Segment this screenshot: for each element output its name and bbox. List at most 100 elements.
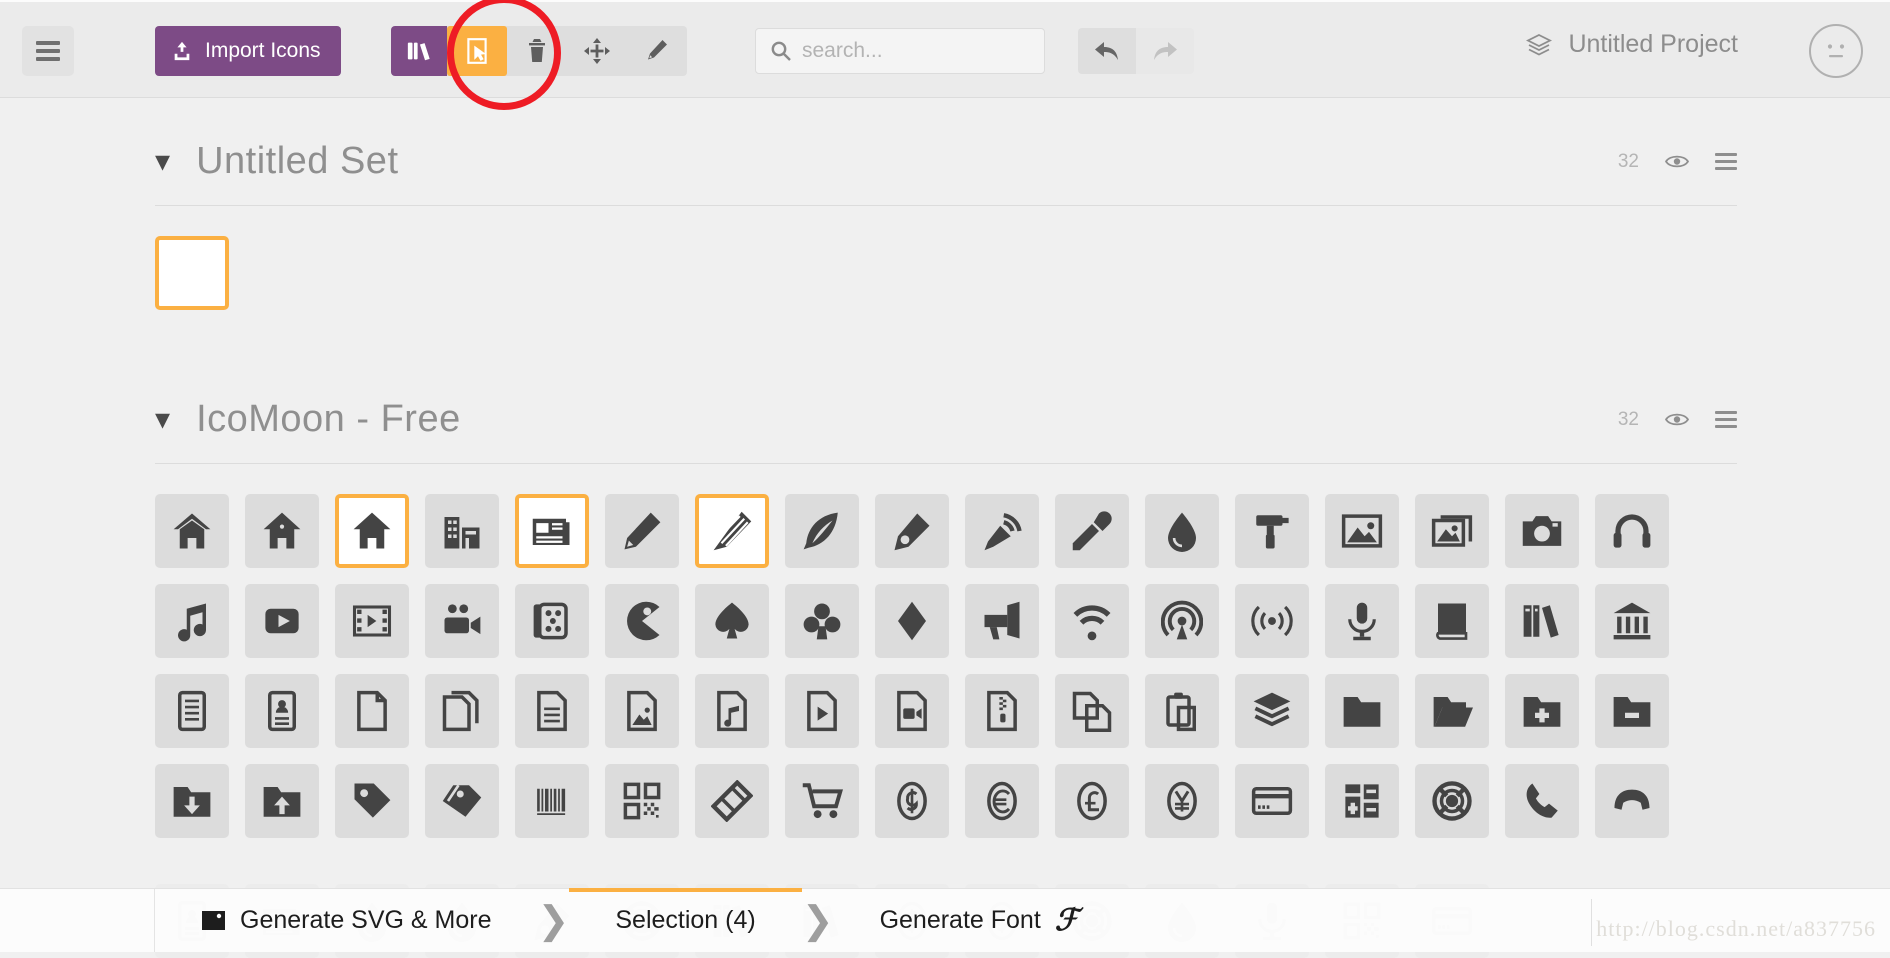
icon-cell-droplet[interactable] bbox=[1145, 494, 1219, 568]
icon-cell-dice[interactable] bbox=[515, 584, 589, 658]
icon-cell-coin-dollar[interactable] bbox=[875, 764, 949, 838]
icon-cell-file-text2[interactable] bbox=[515, 674, 589, 748]
delete-tool-button[interactable] bbox=[507, 26, 567, 76]
icon-cell-file-picture[interactable] bbox=[605, 674, 679, 748]
icon-cell-connection[interactable] bbox=[1055, 584, 1129, 658]
icon-cell-files-empty[interactable] bbox=[425, 674, 499, 748]
icon-cell-mic[interactable] bbox=[1325, 584, 1399, 658]
icon-cell-qrcode[interactable] bbox=[605, 764, 679, 838]
icon-cell-file-play[interactable] bbox=[785, 674, 859, 748]
tab-generate-svg[interactable]: Generate SVG & More bbox=[155, 889, 538, 952]
icon-cell-blog[interactable] bbox=[965, 494, 1039, 568]
icon-cell-paste[interactable] bbox=[1145, 674, 1219, 748]
undo-button[interactable] bbox=[1078, 28, 1136, 74]
icon-cell-folder-upload[interactable] bbox=[245, 764, 319, 838]
icon-cell-newspaper[interactable] bbox=[515, 494, 589, 568]
edit-tool-button[interactable] bbox=[627, 26, 687, 76]
copy-icon bbox=[1071, 690, 1113, 732]
list-menu-icon[interactable] bbox=[1715, 153, 1737, 170]
icon-cell-folder-open[interactable] bbox=[1415, 674, 1489, 748]
icon-cell-ticket[interactable] bbox=[695, 764, 769, 838]
set-title[interactable]: IcoMoon - Free bbox=[196, 398, 461, 441]
icon-cell-books[interactable] bbox=[1505, 584, 1579, 658]
icon-cell-home-solid[interactable] bbox=[335, 494, 409, 568]
coin-pound-icon bbox=[1071, 780, 1113, 822]
icon-cell-credit-card[interactable] bbox=[1235, 764, 1309, 838]
icon-cell-calculator[interactable] bbox=[1325, 764, 1399, 838]
icon-cell-blank[interactable] bbox=[155, 236, 229, 310]
redo-button[interactable] bbox=[1136, 28, 1194, 74]
icon-cell-eyedropper[interactable] bbox=[1055, 494, 1129, 568]
icon-cell-folder-minus[interactable] bbox=[1595, 674, 1669, 748]
icon-cell-folder[interactable] bbox=[1325, 674, 1399, 748]
icon-cell-film[interactable] bbox=[335, 584, 409, 658]
icon-cell-music[interactable] bbox=[155, 584, 229, 658]
icon-cell-pencil[interactable] bbox=[605, 494, 679, 568]
tab-generate-font[interactable]: Generate Font ℱ bbox=[834, 889, 1125, 952]
eye-icon[interactable] bbox=[1665, 153, 1689, 170]
undo-redo-group bbox=[1078, 28, 1194, 74]
icon-cell-library[interactable] bbox=[1595, 584, 1669, 658]
icon-cell-headphones[interactable] bbox=[1595, 494, 1669, 568]
move-tool-button[interactable] bbox=[567, 26, 627, 76]
icon-cell-video-camera[interactable] bbox=[425, 584, 499, 658]
avatar[interactable] bbox=[1809, 24, 1863, 78]
icon-cell-play[interactable] bbox=[245, 584, 319, 658]
icon-cell-file-music[interactable] bbox=[695, 674, 769, 748]
icon-cell-pen[interactable] bbox=[875, 494, 949, 568]
set-title[interactable]: Untitled Set bbox=[196, 140, 398, 183]
icon-cell-clubs[interactable] bbox=[785, 584, 859, 658]
icon-cell-pencil2[interactable] bbox=[695, 494, 769, 568]
icon-cell-coin-yen[interactable] bbox=[1145, 764, 1219, 838]
eye-icon[interactable] bbox=[1665, 411, 1689, 428]
icon-cell-price-tags[interactable] bbox=[425, 764, 499, 838]
icon-cell-lifebuoy[interactable] bbox=[1415, 764, 1489, 838]
icon-cell-folder-plus[interactable] bbox=[1505, 674, 1579, 748]
icon-cell-office[interactable] bbox=[425, 494, 499, 568]
icon-cell-cart[interactable] bbox=[785, 764, 859, 838]
icon-cell-pacman[interactable] bbox=[605, 584, 679, 658]
icon-cell-folder-download[interactable] bbox=[155, 764, 229, 838]
pencil2-icon bbox=[711, 510, 753, 552]
icon-cell-feed[interactable] bbox=[1235, 584, 1309, 658]
icon-grid-icomoon-free bbox=[155, 464, 1737, 838]
icon-cell-quill[interactable] bbox=[785, 494, 859, 568]
chevron-down-icon[interactable]: ▾ bbox=[155, 147, 170, 177]
folder-open-icon bbox=[1431, 690, 1473, 732]
icon-cell-camera[interactable] bbox=[1505, 494, 1579, 568]
icon-cell-stack[interactable] bbox=[1235, 674, 1309, 748]
icon-cell-home[interactable] bbox=[245, 494, 319, 568]
chevron-down-icon[interactable]: ▾ bbox=[155, 405, 170, 435]
icon-cell-book[interactable] bbox=[1415, 584, 1489, 658]
hamburger-menu-button[interactable] bbox=[22, 26, 74, 76]
icon-cell-coin-euro[interactable] bbox=[965, 764, 1039, 838]
icon-cell-coin-pound[interactable] bbox=[1055, 764, 1129, 838]
tab-selection[interactable]: Selection (4) bbox=[569, 889, 801, 952]
icon-cell-diamonds[interactable] bbox=[875, 584, 949, 658]
select-tool-button[interactable] bbox=[447, 26, 507, 76]
icon-cell-images[interactable] bbox=[1415, 494, 1489, 568]
home-icon bbox=[261, 510, 303, 552]
icon-cell-bullhorn[interactable] bbox=[965, 584, 1039, 658]
icon-cell-file-zip[interactable] bbox=[965, 674, 1039, 748]
icon-cell-barcode[interactable] bbox=[515, 764, 589, 838]
icon-cell-phone-hang-up[interactable] bbox=[1595, 764, 1669, 838]
icon-cell-home-outline[interactable] bbox=[155, 494, 229, 568]
search-input[interactable] bbox=[802, 39, 1030, 63]
icon-cell-file-text[interactable] bbox=[155, 674, 229, 748]
list-menu-icon[interactable] bbox=[1715, 411, 1737, 428]
icon-cell-price-tag[interactable] bbox=[335, 764, 409, 838]
icon-cell-phone[interactable] bbox=[1505, 764, 1579, 838]
icon-library-button[interactable] bbox=[391, 26, 447, 76]
icon-cell-file-empty[interactable] bbox=[335, 674, 409, 748]
icon-cell-file-video[interactable] bbox=[875, 674, 949, 748]
icon-cell-copy[interactable] bbox=[1055, 674, 1129, 748]
project-selector[interactable]: Untitled Project bbox=[1526, 30, 1738, 59]
icon-cell-podcast[interactable] bbox=[1145, 584, 1219, 658]
icon-cell-spades[interactable] bbox=[695, 584, 769, 658]
icon-cell-profile[interactable] bbox=[245, 674, 319, 748]
icon-cell-image[interactable] bbox=[1325, 494, 1399, 568]
import-icons-button[interactable]: Import Icons bbox=[155, 26, 341, 76]
icon-cell-paint-format[interactable] bbox=[1235, 494, 1309, 568]
search-box[interactable] bbox=[755, 28, 1045, 74]
